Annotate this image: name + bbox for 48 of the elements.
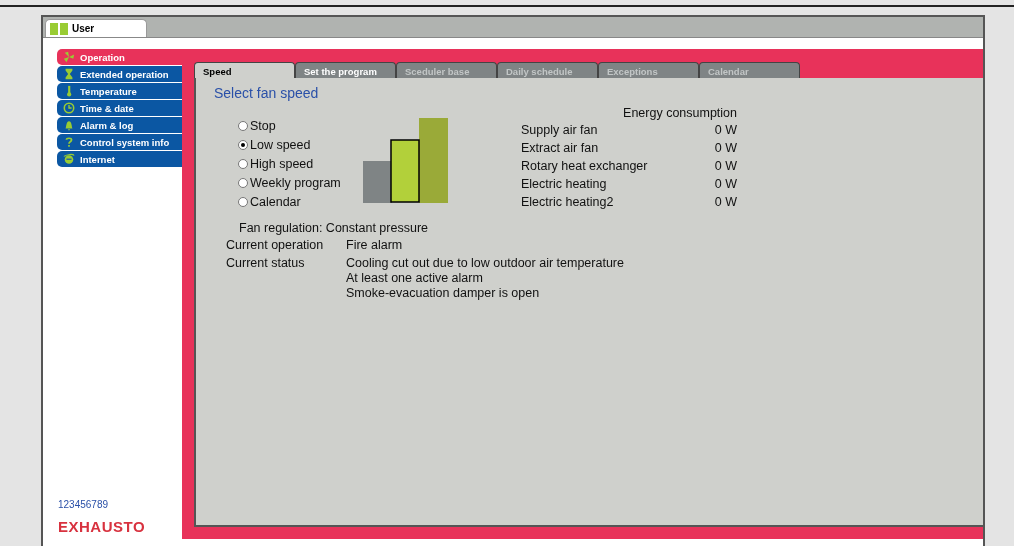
- sidebar-item[interactable]: Temperature: [57, 83, 182, 99]
- energy-value: 0 W: [714, 159, 737, 175]
- info-value: Fire alarm: [346, 238, 403, 253]
- device-id: 123456789: [58, 499, 109, 510]
- radio-icon[interactable]: [238, 140, 248, 150]
- energy-label: Extract air fan: [521, 141, 599, 157]
- energy-label: Rotary heat exchanger: [521, 159, 648, 175]
- radio-option[interactable]: Weekly program: [238, 175, 353, 191]
- sidebar-item[interactable]: Time & date: [57, 100, 182, 116]
- section-heading: Select fan speed: [214, 85, 319, 101]
- fan-icon: [63, 51, 75, 63]
- energy-label: Electric heating: [521, 177, 607, 193]
- question-icon: [63, 136, 75, 148]
- radio-option[interactable]: Low speed: [238, 137, 353, 153]
- info-value: At least one active alarm: [346, 271, 483, 286]
- hourglass-icon: [63, 68, 75, 80]
- energy-value: 0 W: [714, 177, 737, 193]
- energy-label: Electric heating2: [521, 195, 614, 211]
- radio-option[interactable]: High speed: [238, 156, 353, 172]
- radio-option[interactable]: Stop: [238, 118, 353, 134]
- sidebar-item[interactable]: Operation: [57, 49, 182, 65]
- radio-option[interactable]: Calendar: [238, 194, 353, 210]
- sidebar-item[interactable]: Internet: [57, 151, 182, 167]
- globe-icon: [63, 153, 75, 165]
- energy-value: 0 W: [714, 195, 737, 211]
- logo: EXHAUSTO: [58, 518, 146, 535]
- energy-value: 0 W: [714, 123, 737, 139]
- bell-icon: [63, 119, 75, 131]
- info-value: Smoke-evacuation damper is open: [346, 286, 540, 301]
- clock-icon: [63, 102, 75, 114]
- radio-icon[interactable]: [238, 197, 248, 207]
- info-label: Current operation: [226, 238, 325, 253]
- energy-label: Supply air fan: [521, 123, 598, 139]
- energy-title: Energy consumption: [623, 106, 737, 122]
- sidebar-item[interactable]: Control system info: [57, 134, 182, 150]
- radio-icon[interactable]: [238, 159, 248, 169]
- tab[interactable]: Set the program: [295, 62, 396, 78]
- radio-icon[interactable]: [238, 121, 248, 131]
- tab[interactable]: Speed: [194, 62, 295, 78]
- info-label: Current status: [226, 256, 306, 272]
- sidebar-item[interactable]: Extended operation: [57, 66, 182, 82]
- energy-value: 0 W: [714, 141, 737, 157]
- radio-icon[interactable]: [238, 178, 248, 188]
- fan-regulation: Fan regulation: Constant pressure: [239, 221, 428, 235]
- users-icon: [49, 22, 69, 35]
- user-tab[interactable]: User: [45, 19, 147, 37]
- sidebar-item[interactable]: Alarm & log: [57, 117, 182, 133]
- info-value: Cooling cut out due to low outdoor air temperature: [346, 256, 624, 271]
